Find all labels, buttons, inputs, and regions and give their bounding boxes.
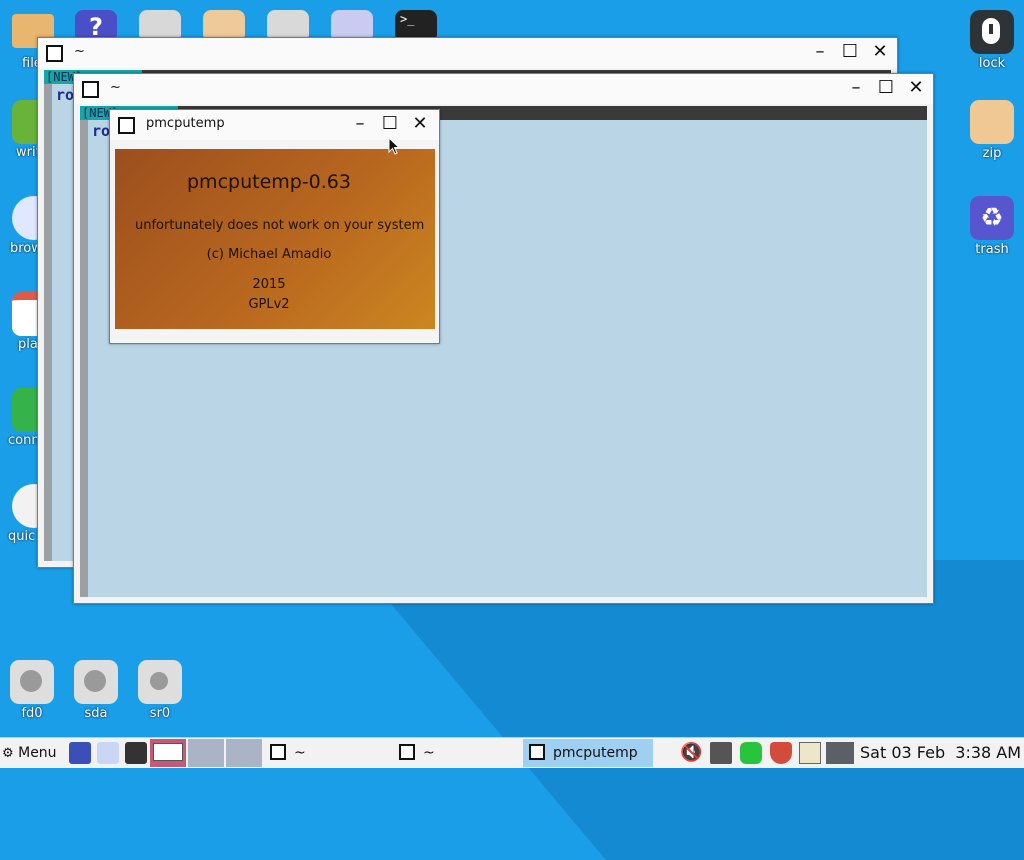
- terminal-launcher-icon[interactable]: [125, 742, 147, 764]
- maximize-button[interactable]: ☐: [875, 77, 897, 99]
- window-icon: [270, 744, 286, 760]
- taskbar-task-terminal-2[interactable]: ~: [393, 739, 521, 767]
- desktop-icon-fd0[interactable]: fd0: [0, 660, 64, 721]
- taskbar-task-terminal-1[interactable]: ~: [264, 739, 392, 767]
- recycle-icon: ♻: [970, 196, 1014, 240]
- file-manager-launcher-icon[interactable]: [69, 742, 91, 764]
- lock-icon: [970, 10, 1014, 54]
- dialog-content: pmcputemp-0.63 unfortunately does not wo…: [115, 149, 435, 329]
- menu-button[interactable]: ⚙ Menu: [2, 738, 66, 768]
- window-icon: [529, 744, 545, 760]
- firewall-shield-icon[interactable]: [770, 742, 792, 764]
- window-icon: [82, 81, 99, 98]
- desktop-icon-lock[interactable]: lock: [960, 10, 1024, 71]
- clock[interactable]: Sat 03 Feb 3:38 AM: [860, 738, 1021, 768]
- close-button[interactable]: ✕: [905, 77, 927, 99]
- window-titlebar[interactable]: pmcputemp – ☐ ✕: [110, 110, 439, 140]
- dialog-message: unfortunately does not work on your syst…: [135, 218, 425, 233]
- window-icon: [46, 45, 63, 62]
- minimize-button[interactable]: –: [845, 77, 867, 99]
- desktop-icon-label: sda: [84, 706, 108, 721]
- maximize-button[interactable]: ☐: [839, 41, 861, 63]
- window-title: ~: [110, 80, 121, 95]
- desktop-icon-label: sr0: [149, 706, 171, 721]
- desktop-icon-label: lock: [978, 56, 1006, 71]
- archive-box-icon: [970, 100, 1014, 144]
- task-label: ~: [423, 745, 435, 761]
- dialog-heading: pmcputemp-0.63: [187, 171, 351, 193]
- desktop-icon-label: conn: [8, 433, 40, 448]
- taskbar-task-pmcputemp[interactable]: pmcputemp: [523, 739, 653, 767]
- window-title: pmcputemp: [146, 116, 225, 131]
- mouse-cursor-icon: [388, 137, 400, 155]
- maximize-button[interactable]: ☐: [379, 113, 401, 135]
- terminal-prompt: ro: [92, 122, 111, 140]
- desktop-icon-trash[interactable]: ♻ trash: [960, 196, 1024, 257]
- task-label: ~: [294, 745, 306, 761]
- close-button[interactable]: ✕: [869, 41, 891, 63]
- network-disconnected-icon[interactable]: [710, 742, 732, 764]
- desktop-pager-2[interactable]: [188, 739, 224, 767]
- menu-label: Menu: [18, 745, 57, 761]
- volume-muted-icon[interactable]: 🔇: [680, 742, 702, 764]
- terminal-prompt: ro: [56, 86, 75, 104]
- clipboard-icon[interactable]: [799, 742, 821, 764]
- window-titlebar[interactable]: ~ – ☐ ✕: [74, 74, 933, 104]
- dialog-copyright: (c) Michael Amadio: [206, 247, 332, 262]
- window-icon: [118, 117, 135, 134]
- puppy-paw-icon: ⚙: [2, 746, 14, 761]
- dialog-year: 2015: [252, 277, 286, 292]
- desktop-pager-1[interactable]: [150, 739, 186, 767]
- minimize-button[interactable]: –: [349, 113, 371, 135]
- desktop-icon-label: pla: [18, 337, 38, 352]
- dialog-license: GPLv2: [248, 297, 290, 312]
- desktop-icon-label: zip: [982, 146, 1002, 161]
- window-title: ~: [74, 44, 85, 59]
- taskbar: ⚙ Menu ~ ~ pmcputemp 🔇 Sat 03 Feb 3:38 A…: [0, 737, 1024, 768]
- floppy-drive-icon: [10, 660, 54, 704]
- desktop-wallpaper-shape: [354, 560, 1024, 860]
- desktop-icon-sda[interactable]: sda: [64, 660, 128, 721]
- desktop-icon-label: trash: [975, 242, 1009, 257]
- terminal-gutter: [80, 106, 88, 597]
- desktop-icon-sr0[interactable]: sr0: [128, 660, 192, 721]
- hard-drive-icon: [74, 660, 118, 704]
- task-label: pmcputemp: [553, 745, 638, 761]
- desktop-icon-label: fd0: [21, 706, 43, 721]
- pager-window-thumb-icon: [153, 743, 183, 761]
- disk-usage-icon[interactable]: [740, 742, 762, 764]
- desktop-icon-label: quic: [8, 529, 36, 544]
- close-button[interactable]: ✕: [409, 113, 431, 135]
- optical-drive-icon: [138, 660, 182, 704]
- browser-launcher-icon[interactable]: [97, 742, 119, 764]
- window-icon: [399, 744, 415, 760]
- minimize-button[interactable]: –: [809, 41, 831, 63]
- terminal-gutter: [44, 70, 52, 561]
- cpu-graph-icon[interactable]: [826, 742, 854, 764]
- desktop-pager-3[interactable]: [226, 739, 262, 767]
- window-titlebar[interactable]: ~ – ☐ ✕: [38, 38, 897, 68]
- desktop-icon-zip[interactable]: zip: [960, 100, 1024, 161]
